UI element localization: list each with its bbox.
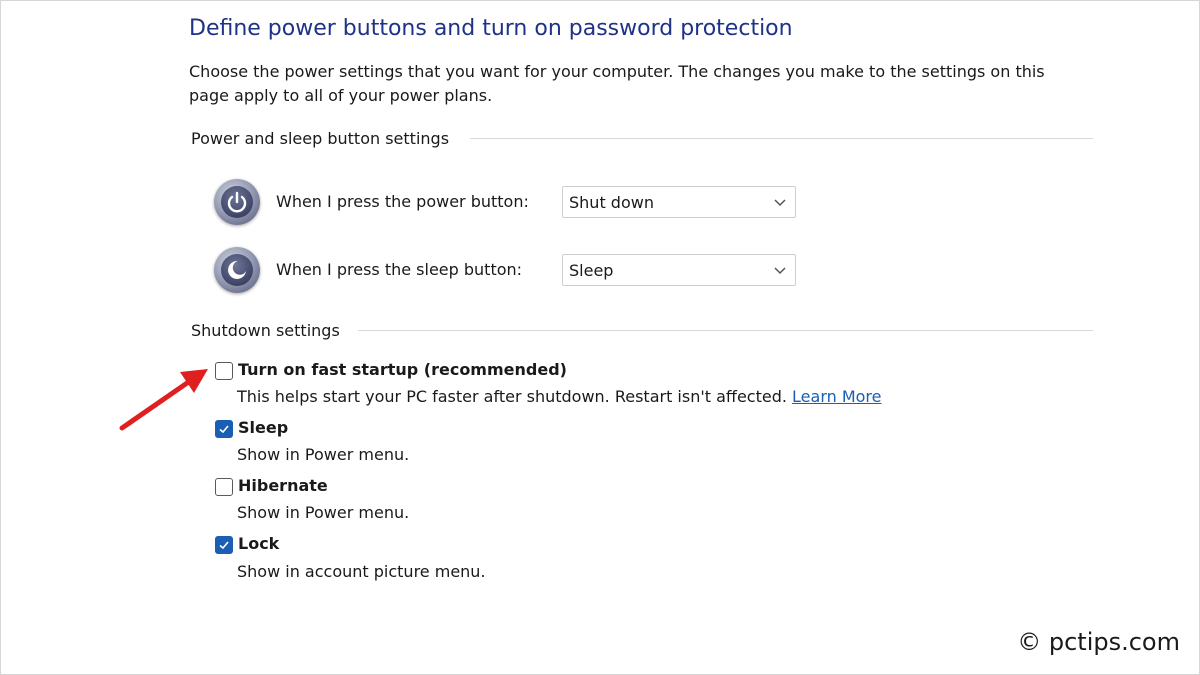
chevron-down-icon <box>774 199 786 207</box>
learn-more-link[interactable]: Learn More <box>792 387 881 406</box>
sleep-option-description: Show in Power menu. <box>237 445 410 464</box>
power-sleep-group-heading: Power and sleep button settings <box>191 129 450 148</box>
sleep-button-label: When I press the sleep button: <box>276 260 523 279</box>
annotation-arrow-icon <box>119 369 208 431</box>
page-title: Define power buttons and turn on passwor… <box>189 16 793 41</box>
hibernate-option-label: Hibernate <box>238 476 328 495</box>
intro-text: Choose the power settings that you want … <box>189 62 1045 105</box>
fast-startup-checkbox[interactable] <box>215 362 233 380</box>
power-button-selected-value: Shut down <box>569 193 654 212</box>
hibernate-checkbox[interactable] <box>215 478 233 496</box>
sleep-icon <box>214 247 260 293</box>
power-icon <box>214 179 260 225</box>
lock-option-description: Show in account picture menu. <box>237 562 486 581</box>
sleep-button-dropdown[interactable]: Sleep <box>562 254 796 286</box>
lock-checkbox[interactable] <box>215 536 233 554</box>
sleep-button-selected-value: Sleep <box>569 261 614 280</box>
group-divider <box>470 138 1093 139</box>
sleep-option-label: Sleep <box>238 418 289 437</box>
checkmark-icon <box>219 541 229 550</box>
sleep-checkbox[interactable] <box>215 420 233 438</box>
lock-option-label: Lock <box>238 534 280 553</box>
fast-startup-description: This helps start your PC faster after sh… <box>237 387 882 406</box>
watermark: © pctips.com <box>1017 628 1180 656</box>
group-divider <box>358 330 1093 331</box>
checkmark-icon <box>219 425 229 434</box>
chevron-down-icon <box>774 267 786 275</box>
fast-startup-label: Turn on fast startup (recommended) <box>238 360 567 379</box>
shutdown-group-heading: Shutdown settings <box>191 321 340 340</box>
fast-startup-description-text: This helps start your PC faster after sh… <box>237 387 787 406</box>
power-button-label: When I press the power button: <box>276 192 529 211</box>
hibernate-option-description: Show in Power menu. <box>237 503 410 522</box>
power-button-dropdown[interactable]: Shut down <box>562 186 796 218</box>
